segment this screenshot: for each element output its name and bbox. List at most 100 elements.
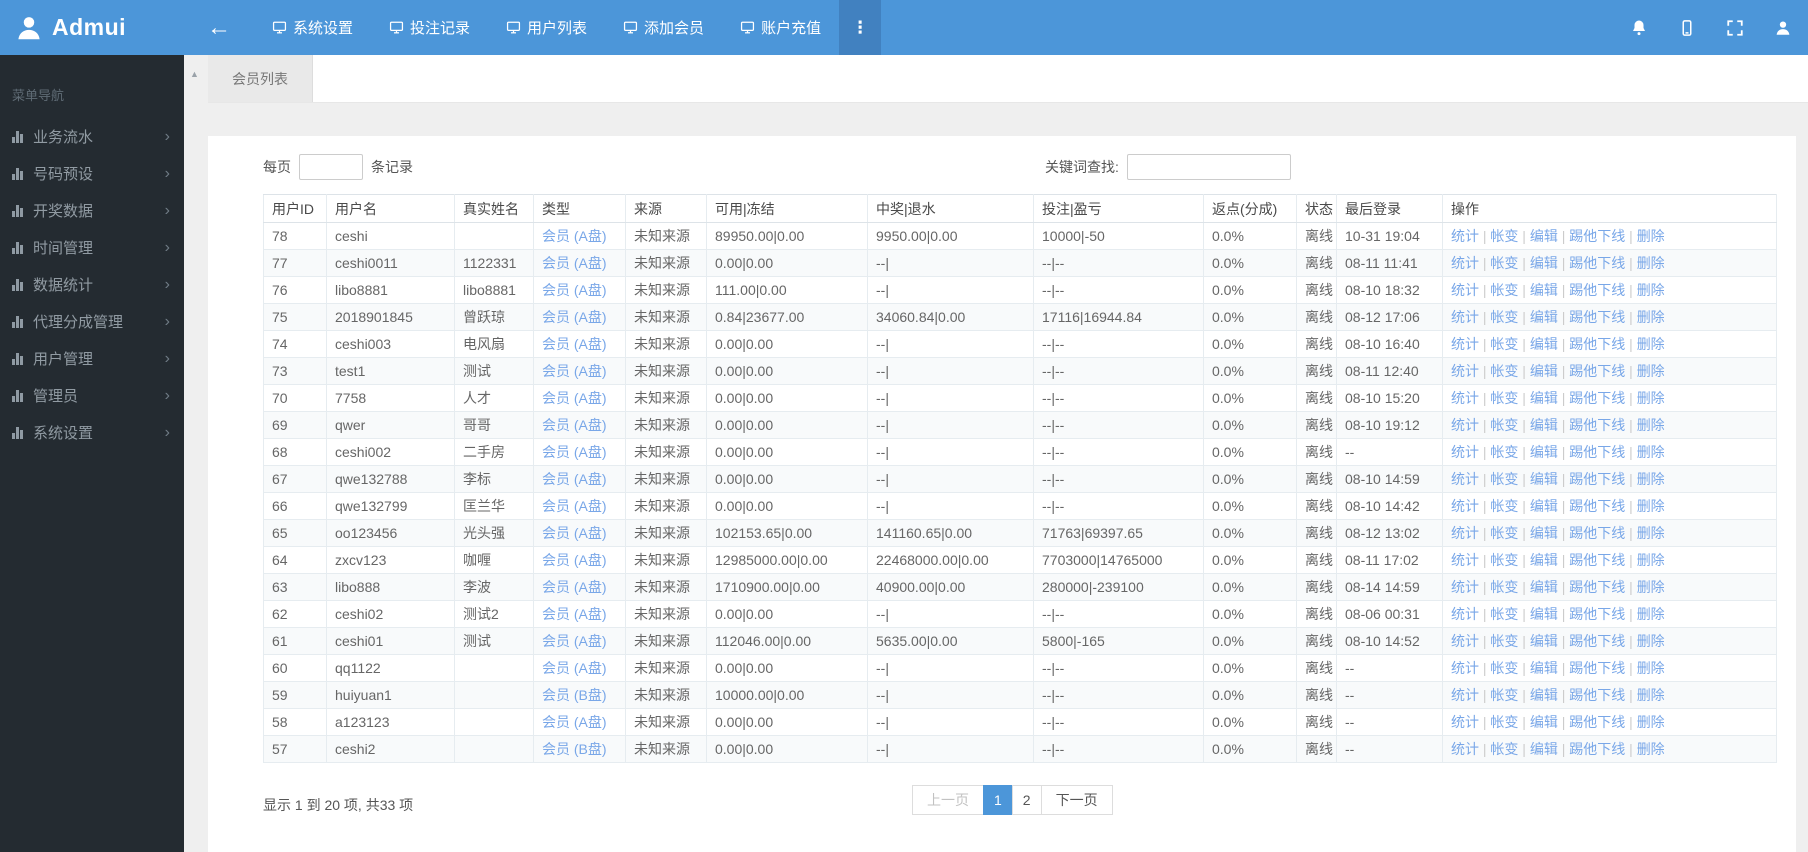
op-link-account-change[interactable]: 帐变	[1490, 471, 1518, 487]
op-link-edit[interactable]: 编辑	[1530, 687, 1558, 703]
op-link-kick-offline[interactable]: 踢他下线	[1569, 363, 1625, 379]
op-link-stats[interactable]: 统计	[1451, 741, 1479, 757]
pagination-page-1[interactable]: 1	[983, 785, 1013, 815]
op-link-delete[interactable]: 删除	[1637, 714, 1665, 730]
op-link-account-change[interactable]: 帐变	[1490, 498, 1518, 514]
op-link-edit[interactable]: 编辑	[1530, 282, 1558, 298]
op-link-stats[interactable]: 统计	[1451, 309, 1479, 325]
op-link-edit[interactable]: 编辑	[1530, 471, 1558, 487]
notification-bell-icon[interactable]	[1630, 19, 1648, 37]
op-link-account-change[interactable]: 帐变	[1490, 714, 1518, 730]
op-link-stats[interactable]: 统计	[1451, 471, 1479, 487]
op-link-kick-offline[interactable]: 踢他下线	[1569, 741, 1625, 757]
op-link-delete[interactable]: 删除	[1637, 363, 1665, 379]
op-link-delete[interactable]: 删除	[1637, 498, 1665, 514]
member-type-link[interactable]: 会员 (A盘)	[542, 228, 607, 244]
op-link-delete[interactable]: 删除	[1637, 444, 1665, 460]
member-type-link[interactable]: 会员 (A盘)	[542, 498, 607, 514]
op-link-edit[interactable]: 编辑	[1530, 363, 1558, 379]
pagination-page-2[interactable]: 2	[1012, 785, 1042, 815]
op-link-account-change[interactable]: 帐变	[1490, 309, 1518, 325]
op-link-kick-offline[interactable]: 踢他下线	[1569, 417, 1625, 433]
op-link-delete[interactable]: 删除	[1637, 336, 1665, 352]
top-nav-item[interactable]: 用户列表	[488, 0, 605, 55]
op-link-kick-offline[interactable]: 踢他下线	[1569, 498, 1625, 514]
op-link-account-change[interactable]: 帐变	[1490, 552, 1518, 568]
op-link-stats[interactable]: 统计	[1451, 228, 1479, 244]
op-link-stats[interactable]: 统计	[1451, 660, 1479, 676]
op-link-kick-offline[interactable]: 踢他下线	[1569, 444, 1625, 460]
op-link-stats[interactable]: 统计	[1451, 552, 1479, 568]
op-link-delete[interactable]: 删除	[1637, 282, 1665, 298]
op-link-account-change[interactable]: 帐变	[1490, 687, 1518, 703]
op-link-stats[interactable]: 统计	[1451, 417, 1479, 433]
member-type-link[interactable]: 会员 (A盘)	[542, 714, 607, 730]
member-type-link[interactable]: 会员 (A盘)	[542, 579, 607, 595]
op-link-account-change[interactable]: 帐变	[1490, 255, 1518, 271]
op-link-account-change[interactable]: 帐变	[1490, 579, 1518, 595]
op-link-edit[interactable]: 编辑	[1530, 633, 1558, 649]
member-type-link[interactable]: 会员 (A盘)	[542, 417, 607, 433]
op-link-edit[interactable]: 编辑	[1530, 390, 1558, 406]
op-link-delete[interactable]: 删除	[1637, 309, 1665, 325]
op-link-delete[interactable]: 删除	[1637, 606, 1665, 622]
member-type-link[interactable]: 会员 (B盘)	[542, 741, 607, 757]
member-type-link[interactable]: 会员 (A盘)	[542, 282, 607, 298]
back-arrow-button[interactable]: ←	[184, 0, 254, 55]
op-link-stats[interactable]: 统计	[1451, 390, 1479, 406]
op-link-stats[interactable]: 统计	[1451, 714, 1479, 730]
user-profile-icon[interactable]	[1774, 19, 1792, 37]
op-link-account-change[interactable]: 帐变	[1490, 282, 1518, 298]
op-link-delete[interactable]: 删除	[1637, 390, 1665, 406]
op-link-kick-offline[interactable]: 踢他下线	[1569, 660, 1625, 676]
op-link-delete[interactable]: 删除	[1637, 255, 1665, 271]
op-link-stats[interactable]: 统计	[1451, 282, 1479, 298]
op-link-delete[interactable]: 删除	[1637, 471, 1665, 487]
op-link-account-change[interactable]: 帐变	[1490, 660, 1518, 676]
per-page-input[interactable]	[299, 154, 363, 180]
keyword-search-input[interactable]	[1127, 154, 1291, 180]
op-link-edit[interactable]: 编辑	[1530, 255, 1558, 271]
op-link-kick-offline[interactable]: 踢他下线	[1569, 282, 1625, 298]
member-type-link[interactable]: 会员 (A盘)	[542, 444, 607, 460]
member-type-link[interactable]: 会员 (A盘)	[542, 660, 607, 676]
op-link-delete[interactable]: 删除	[1637, 579, 1665, 595]
sidebar-item[interactable]: 号码预设 ›	[0, 155, 184, 192]
op-link-edit[interactable]: 编辑	[1530, 417, 1558, 433]
op-link-edit[interactable]: 编辑	[1530, 228, 1558, 244]
op-link-account-change[interactable]: 帐变	[1490, 606, 1518, 622]
op-link-account-change[interactable]: 帐变	[1490, 336, 1518, 352]
op-link-account-change[interactable]: 帐变	[1490, 741, 1518, 757]
op-link-stats[interactable]: 统计	[1451, 525, 1479, 541]
op-link-account-change[interactable]: 帐变	[1490, 633, 1518, 649]
op-link-stats[interactable]: 统计	[1451, 687, 1479, 703]
op-link-edit[interactable]: 编辑	[1530, 606, 1558, 622]
app-logo[interactable]: Admui	[0, 0, 184, 55]
sidebar-item[interactable]: 时间管理 ›	[0, 229, 184, 266]
sidebar-item[interactable]: 代理分成管理 ›	[0, 303, 184, 340]
op-link-kick-offline[interactable]: 踢他下线	[1569, 552, 1625, 568]
op-link-delete[interactable]: 删除	[1637, 417, 1665, 433]
sidebar-item[interactable]: 管理员 ›	[0, 377, 184, 414]
op-link-edit[interactable]: 编辑	[1530, 660, 1558, 676]
op-link-stats[interactable]: 统计	[1451, 444, 1479, 460]
op-link-kick-offline[interactable]: 踢他下线	[1569, 579, 1625, 595]
tab-member-list[interactable]: 会员列表	[208, 55, 313, 102]
op-link-kick-offline[interactable]: 踢他下线	[1569, 633, 1625, 649]
top-nav-item[interactable]: 账户充值	[722, 0, 839, 55]
op-link-kick-offline[interactable]: 踢他下线	[1569, 228, 1625, 244]
op-link-kick-offline[interactable]: 踢他下线	[1569, 687, 1625, 703]
op-link-account-change[interactable]: 帐变	[1490, 417, 1518, 433]
top-nav-item[interactable]: 系统设置	[254, 0, 371, 55]
op-link-delete[interactable]: 删除	[1637, 741, 1665, 757]
op-link-stats[interactable]: 统计	[1451, 606, 1479, 622]
sidebar-item[interactable]: 数据统计 ›	[0, 266, 184, 303]
op-link-kick-offline[interactable]: 踢他下线	[1569, 255, 1625, 271]
member-type-link[interactable]: 会员 (A盘)	[542, 363, 607, 379]
member-type-link[interactable]: 会员 (A盘)	[542, 390, 607, 406]
op-link-edit[interactable]: 编辑	[1530, 714, 1558, 730]
op-link-kick-offline[interactable]: 踢他下线	[1569, 471, 1625, 487]
op-link-stats[interactable]: 统计	[1451, 579, 1479, 595]
op-link-edit[interactable]: 编辑	[1530, 444, 1558, 460]
op-link-stats[interactable]: 统计	[1451, 363, 1479, 379]
